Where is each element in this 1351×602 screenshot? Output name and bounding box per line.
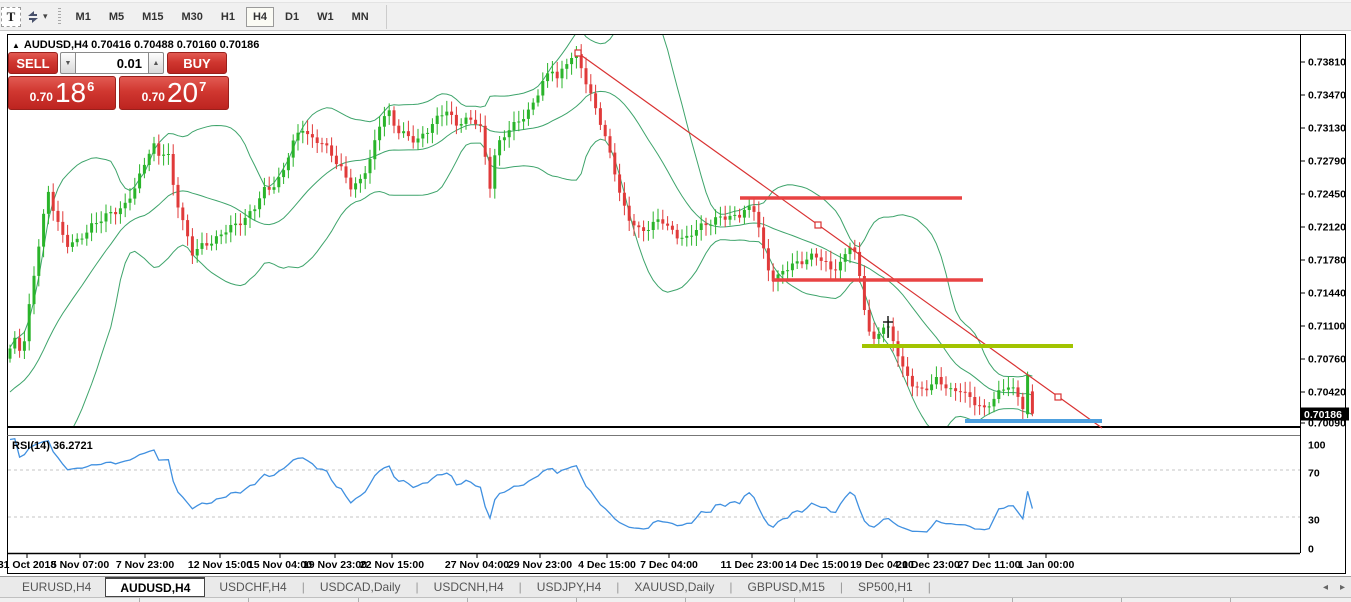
tab-usdcad-daily[interactable]: USDCAD,Daily (306, 577, 415, 597)
price-axis-label: 0.73810 (1308, 57, 1346, 69)
tab-usdjpy-h4[interactable]: USDJPY,H4 (523, 577, 615, 597)
sell-price-point: 6 (87, 79, 95, 94)
time-axis-label: 7 Dec 04:00 (640, 559, 698, 571)
lot-decrease-button[interactable]: ▼ (60, 52, 76, 74)
sell-price-pips: 18 (54, 77, 87, 108)
trendline-handle[interactable] (1054, 393, 1062, 401)
time-axis-label: 21 Dec 23:00 (896, 559, 960, 571)
tab-audusd-h4[interactable]: AUDUSD,H4 (105, 577, 206, 597)
chart-tabs: EURUSD,H4 AUDUSD,H4 USDCHF,H4 | USDCAD,Daily… (0, 577, 932, 597)
trendline-handle[interactable] (814, 221, 822, 229)
time-axis-label: 29 Nov 23:00 (508, 559, 572, 571)
rsi-axis-label: 100 (1308, 440, 1326, 452)
chart-ohlc-values: 0.70416 0.70488 0.70160 0.70186 (91, 39, 260, 51)
time-axis-label: 7 Nov 23:00 (116, 559, 175, 571)
status-bar (0, 597, 1351, 602)
rsi-line (9, 437, 1034, 533)
price-axis-label: 0.71440 (1308, 288, 1346, 300)
chart-symbol-label: AUDUSD,H4 (23, 39, 89, 51)
buy-price-point: 7 (199, 79, 207, 94)
sell-button[interactable]: SELL (8, 52, 58, 74)
trendline-handle[interactable] (574, 49, 582, 57)
rsi-axis-label: 70 (1308, 468, 1320, 480)
buy-price-button[interactable]: 0.70 20 7 (119, 76, 229, 110)
lot-size-input[interactable] (76, 52, 148, 74)
time-axis-label: 11 Dec 23:00 (720, 559, 783, 571)
time-axis-label: 4 Dec 15:00 (578, 559, 636, 571)
time-axis-label: 1 Jan 00:00 (1018, 559, 1075, 571)
tab-usdcnh-h4[interactable]: USDCNH,H4 (420, 577, 518, 597)
lot-increase-button[interactable]: ▲ (148, 52, 164, 74)
tab-scroll-left-icon[interactable]: ◂ (1323, 582, 1328, 593)
price-axis-label: 0.71780 (1308, 255, 1346, 267)
time-axis-label: 12 Nov 15:00 (188, 559, 252, 571)
spin-down-icon: ▼ (64, 59, 72, 67)
one-click-trading-panel: SELL ▼ ▲ BUY 0.70 18 6 0.70 20 7 (8, 52, 229, 110)
price-axis-label: 0.71100 (1308, 321, 1346, 333)
spin-up-icon: ▲ (152, 59, 160, 67)
tab-sp500-h1[interactable]: SP500,H1 (844, 577, 927, 597)
tab-gbpusd-m15[interactable]: GBPUSD,M15 (734, 577, 839, 597)
tab-scroll-arrows: ◂ ▸ (1323, 577, 1345, 598)
buy-price-pips: 20 (166, 77, 199, 108)
price-axis-label: 0.73470 (1308, 90, 1346, 102)
chart-objects (574, 49, 1103, 429)
price-axis-label: 0.72450 (1308, 189, 1346, 201)
time-axis-label: 14 Dec 15:00 (785, 559, 849, 571)
rsi-axis-label: 30 (1308, 515, 1320, 527)
rsi-indicator-label: RSI(14) 36.2721 (12, 440, 93, 452)
cross-marker[interactable] (883, 316, 893, 338)
mt4-window: T ▾ M1 M5 M15 M30 H1 H4 D1 W1 MN 0.73810 0.73470 0… (0, 0, 1351, 602)
buy-button[interactable]: BUY (167, 52, 227, 74)
tab-xauusd-daily[interactable]: XAUUSD,Daily (620, 577, 728, 597)
tab-separator: | (927, 580, 931, 594)
sell-price-button[interactable]: 0.70 18 6 (8, 76, 116, 110)
chart-tab-bar: EURUSD,H4 AUDUSD,H4 USDCHF,H4 | USDCAD,Daily… (0, 576, 1351, 597)
rsi-axis-label: 0 (1308, 544, 1314, 556)
buy-price-major: 0.70 (141, 90, 165, 104)
time-axis-label: 27 Dec 11:00 (957, 559, 1020, 571)
current-price-value: 0.70186 (1304, 409, 1342, 421)
price-axis-label: 0.73130 (1308, 123, 1346, 135)
sell-price-major: 0.70 (29, 90, 53, 104)
time-axis-label: 19 Nov 23:00 (303, 559, 367, 571)
time-axis-label: 22 Nov 15:00 (360, 559, 424, 571)
time-axis-label: 27 Nov 04:00 (445, 559, 509, 571)
trendline[interactable] (577, 52, 1103, 429)
price-axis-label: 0.70760 (1308, 354, 1346, 366)
tab-usdchf-h4[interactable]: USDCHF,H4 (205, 577, 300, 597)
tab-eurusd-h4[interactable]: EURUSD,H4 (8, 577, 105, 597)
tab-scroll-right-icon[interactable]: ▸ (1340, 582, 1345, 593)
collapse-arrow-icon[interactable]: ▲ (12, 41, 20, 50)
price-axis-label: 0.72120 (1308, 222, 1346, 234)
time-axis-label: 5 Nov 07:00 (51, 559, 110, 571)
price-axis-label: 0.72790 (1308, 156, 1346, 168)
chart-title: ▲ AUDUSD,H4 0.70416 0.70488 0.70160 0.701… (12, 39, 259, 51)
time-axis-label: 31 Oct 2018 (0, 559, 56, 571)
price-axis-label: 0.70420 (1308, 387, 1346, 399)
